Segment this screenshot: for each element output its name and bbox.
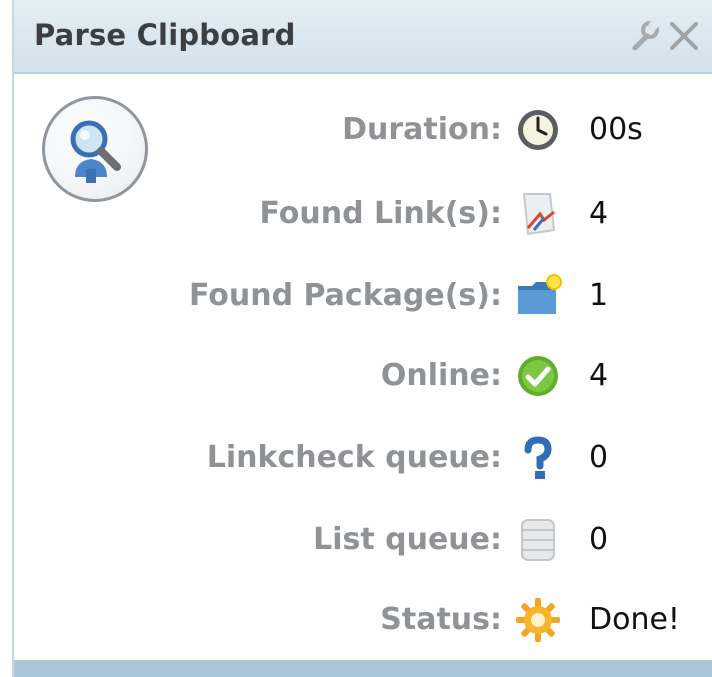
row-found-links: Found Link(s): 4 bbox=[14, 186, 712, 242]
list-queue-label: List queue: bbox=[313, 522, 502, 557]
found-links-value: 4 bbox=[589, 196, 609, 231]
online-label: Online: bbox=[380, 358, 502, 393]
gear-icon bbox=[514, 596, 562, 644]
folder-icon bbox=[514, 272, 562, 320]
duration-label: Duration: bbox=[342, 112, 502, 147]
row-online: Online: 4 bbox=[14, 348, 712, 404]
status-label: Status: bbox=[380, 602, 502, 637]
panel-footer bbox=[14, 660, 712, 677]
found-packages-value: 1 bbox=[589, 278, 609, 313]
panel-titlebar: Parse Clipboard bbox=[14, 0, 712, 74]
row-duration: Duration: 00s bbox=[14, 102, 712, 158]
panel-title: Parse Clipboard bbox=[34, 18, 296, 52]
clock-icon bbox=[514, 106, 562, 154]
row-linkcheck-queue: Linkcheck queue: 0 bbox=[14, 430, 712, 486]
links-icon bbox=[514, 190, 562, 238]
list-queue-value: 0 bbox=[589, 522, 609, 557]
close-icon[interactable] bbox=[666, 18, 702, 54]
check-icon bbox=[514, 352, 562, 400]
question-icon bbox=[514, 434, 562, 482]
database-icon bbox=[514, 516, 562, 564]
wrench-icon[interactable] bbox=[626, 18, 662, 54]
status-value: Done! bbox=[589, 602, 680, 637]
row-found-packages: Found Package(s): 1 bbox=[14, 268, 712, 324]
linkcheck-queue-label: Linkcheck queue: bbox=[206, 440, 502, 475]
found-packages-label: Found Package(s): bbox=[188, 278, 502, 313]
linkcheck-queue-value: 0 bbox=[589, 440, 609, 475]
found-links-label: Found Link(s): bbox=[259, 196, 502, 231]
row-list-queue: List queue: 0 bbox=[14, 512, 712, 568]
row-status: Status: Done! bbox=[14, 592, 712, 648]
online-value: 4 bbox=[589, 358, 609, 393]
duration-value: 00s bbox=[589, 112, 643, 147]
parse-clipboard-panel: Parse Clipboard Duration: 00s Found Link… bbox=[12, 0, 712, 677]
